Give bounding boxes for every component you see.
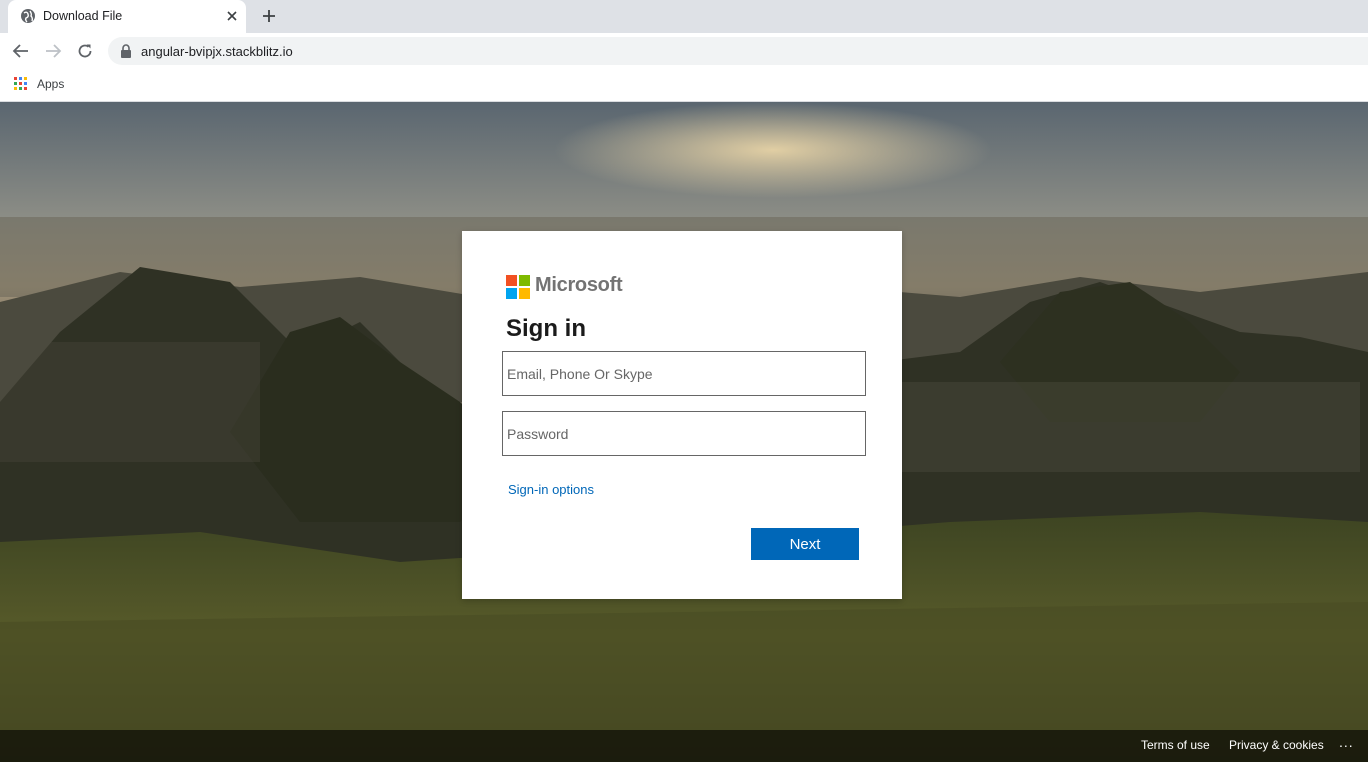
email-field[interactable] xyxy=(502,351,866,396)
forward-arrow-icon[interactable] xyxy=(44,42,62,60)
reload-icon[interactable] xyxy=(76,42,94,60)
password-field[interactable] xyxy=(502,411,866,456)
privacy-cookies-link[interactable]: Privacy & cookies xyxy=(1229,738,1324,752)
bookmarks-bar: Apps xyxy=(0,69,1368,102)
microsoft-logo-icon xyxy=(506,275,530,299)
back-arrow-icon[interactable] xyxy=(12,42,30,60)
apps-bookmark[interactable]: Apps xyxy=(37,77,64,91)
page-footer: Terms of use Privacy & cookies ... xyxy=(0,730,1368,762)
sign-in-title: Sign in xyxy=(506,315,586,342)
terms-of-use-link[interactable]: Terms of use xyxy=(1141,738,1210,752)
sign-in-options-link[interactable]: Sign-in options xyxy=(508,482,594,497)
sign-in-card: Microsoft Sign in Sign-in options Next xyxy=(462,231,902,599)
sign-in-page: Microsoft Sign in Sign-in options Next xyxy=(0,102,1368,762)
more-options-button[interactable]: ... xyxy=(1339,734,1354,750)
globe-icon xyxy=(21,9,35,23)
tab-title: Download File xyxy=(43,9,123,23)
browser-tab[interactable]: Download File xyxy=(8,0,246,33)
new-tab-icon[interactable] xyxy=(259,6,279,26)
browser-toolbar: angular-bvipjx.stackblitz.io xyxy=(0,33,1368,69)
url-text: angular-bvipjx.stackblitz.io xyxy=(141,44,293,59)
next-button[interactable]: Next xyxy=(751,528,859,560)
apps-grid-icon[interactable] xyxy=(14,77,28,91)
microsoft-wordmark: Microsoft xyxy=(535,274,623,296)
address-bar[interactable]: angular-bvipjx.stackblitz.io xyxy=(108,37,1368,65)
lock-icon[interactable] xyxy=(120,44,132,58)
tab-strip: Download File xyxy=(0,0,1368,33)
close-tab-icon[interactable] xyxy=(224,8,240,24)
